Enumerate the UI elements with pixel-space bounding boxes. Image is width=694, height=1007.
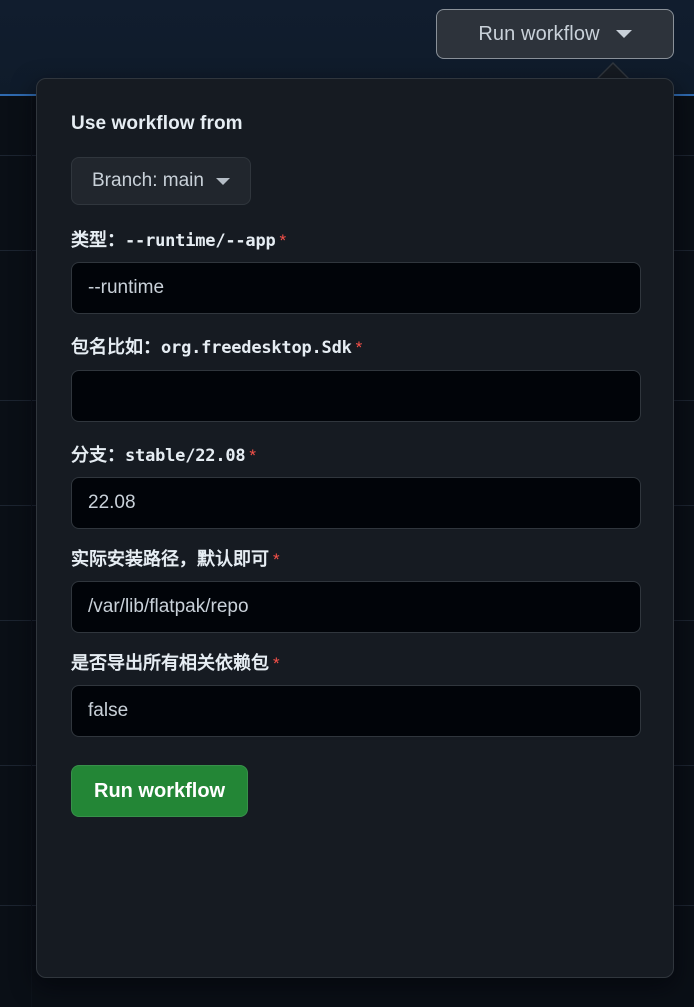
- field-label-text: 是否导出所有相关依赖包: [71, 653, 269, 673]
- chevron-down-icon: [215, 177, 230, 185]
- required-marker: *: [355, 338, 363, 358]
- popover-content: Use workflow from Branch: main 类型：--runt…: [37, 79, 673, 851]
- branch-selector-label: Branch: main: [92, 170, 204, 191]
- field-label-mono: stable/22.08: [125, 445, 246, 466]
- field-label-text: 类型：: [71, 230, 125, 250]
- field-label-text: 实际安装路径，默认即可: [71, 548, 269, 569]
- field-label-text: 分支：: [71, 444, 125, 465]
- input-install-path[interactable]: [71, 581, 641, 633]
- field-label-text: 包名比如：: [71, 337, 161, 358]
- form-field-branch: 分支：stable/22.08 *: [71, 444, 641, 529]
- run-workflow-popover: Use workflow from Branch: main 类型：--runt…: [36, 78, 674, 978]
- run-workflow-trigger-button[interactable]: Run workflow: [436, 9, 674, 59]
- field-label-mono: --runtime/--app: [125, 231, 276, 251]
- submit-row: Run workflow: [71, 765, 639, 851]
- input-type[interactable]: [71, 262, 641, 315]
- form-field-install-path: 实际安装路径，默认即可 *: [71, 548, 641, 633]
- input-export-deps[interactable]: [71, 685, 641, 738]
- required-marker: *: [249, 445, 257, 465]
- form-field-type: 类型：--runtime/--app *: [71, 229, 641, 315]
- run-workflow-trigger-label: Run workflow: [478, 22, 600, 45]
- field-label-install-path: 实际安装路径，默认即可 *: [71, 548, 639, 571]
- required-marker: *: [273, 549, 280, 569]
- branch-selector-button[interactable]: Branch: main: [71, 157, 251, 205]
- run-workflow-submit-button[interactable]: Run workflow: [71, 765, 249, 818]
- required-marker: *: [279, 231, 287, 250]
- required-marker: *: [273, 654, 280, 673]
- form-field-export-deps: 是否导出所有相关依赖包 *: [71, 652, 641, 738]
- input-package[interactable]: [71, 369, 641, 422]
- field-label-package: 包名比如：org.freedesktop.Sdk *: [71, 336, 639, 359]
- list-rule: [31, 96, 32, 1007]
- field-label-type: 类型：--runtime/--app *: [71, 229, 639, 252]
- form-field-package: 包名比如：org.freedesktop.Sdk *: [71, 336, 641, 422]
- input-branch[interactable]: [71, 476, 641, 529]
- popover-title: Use workflow from: [71, 113, 243, 134]
- screen: Run workflow Use workflow from Branch: m…: [0, 0, 694, 1007]
- field-label-export-deps: 是否导出所有相关依赖包 *: [71, 652, 639, 675]
- chevron-down-icon: [615, 30, 632, 38]
- field-label-branch: 分支：stable/22.08 *: [71, 444, 639, 467]
- field-label-mono: org.freedesktop.Sdk: [161, 338, 352, 359]
